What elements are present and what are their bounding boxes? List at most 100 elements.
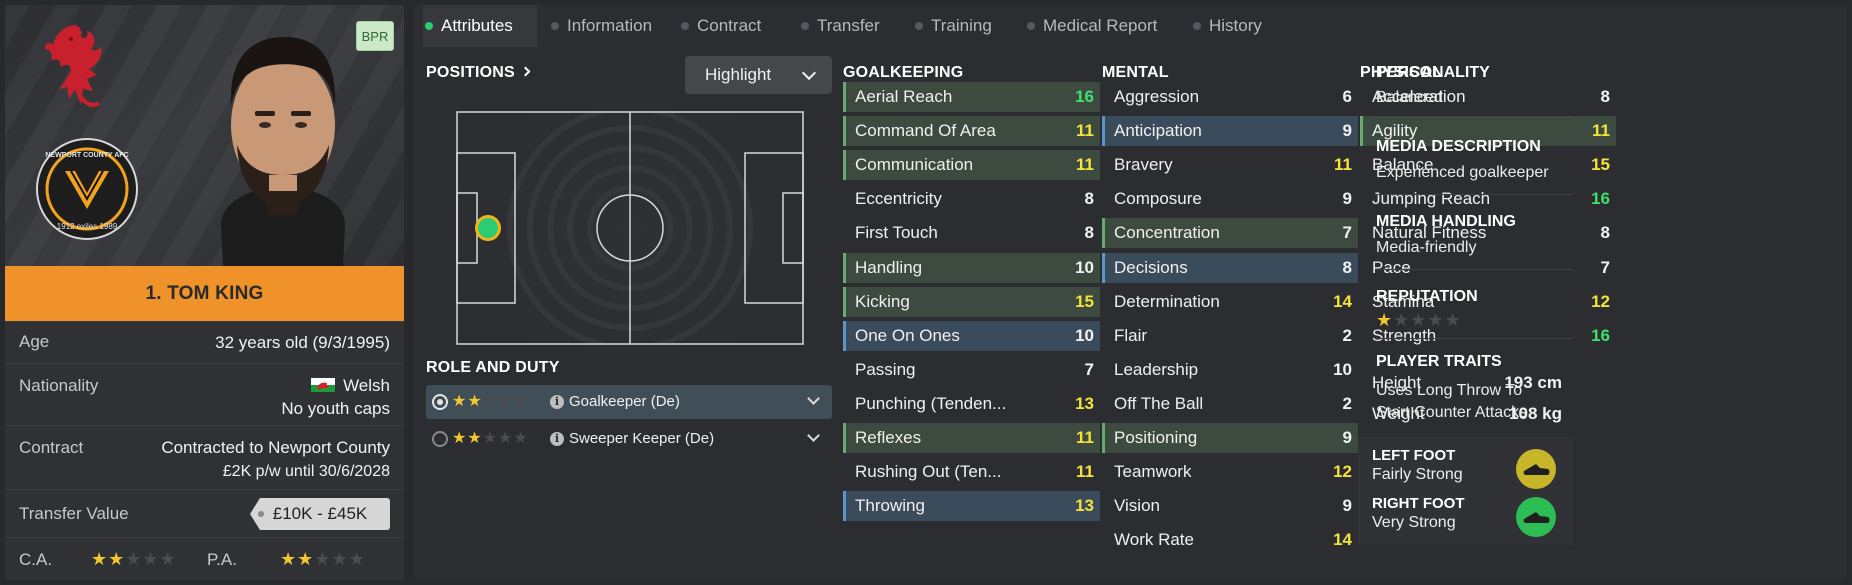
- attribute-name: Jumping Reach: [1372, 189, 1491, 209]
- attribute-name: Aerial Reach: [855, 87, 953, 106]
- highlight-label: Highlight: [705, 65, 772, 84]
- goalkeeping-title: GOALKEEPING: [843, 64, 964, 81]
- info-icon[interactable]: i: [550, 432, 564, 446]
- attribute-row[interactable]: Eccentricity 8: [843, 184, 1100, 214]
- contract-value[interactable]: Contracted to Newport County: [161, 438, 390, 457]
- attribute-row[interactable]: Jumping Reach 16: [1360, 184, 1616, 214]
- tab-training[interactable]: Training: [913, 5, 1011, 47]
- personality-value[interactable]: Balanced: [1376, 87, 1443, 109]
- nationality-value-wrap[interactable]: Welsh No youth caps: [281, 374, 390, 420]
- media-handling-value[interactable]: Media-friendly: [1376, 237, 1476, 259]
- attribute-name: Vision: [1114, 496, 1160, 516]
- attribute-row[interactable]: Anticipation 9: [1102, 116, 1358, 147]
- star-icon: ★: [297, 549, 314, 569]
- attribute-row[interactable]: Passing 7: [843, 355, 1100, 385]
- position-pitch[interactable]: [456, 111, 804, 345]
- attribute-row[interactable]: Aerial Reach 16: [843, 82, 1100, 112]
- media-description-value: Experienced goalkeeper: [1376, 164, 1549, 181]
- attribute-value: 9: [1342, 189, 1352, 209]
- attribute-row[interactable]: Positioning 9: [1102, 423, 1358, 453]
- attribute-value: 12: [1333, 462, 1352, 482]
- attribute-row[interactable]: First Touch 8: [843, 218, 1100, 248]
- attribute-row[interactable]: Bravery 11: [1102, 150, 1358, 180]
- attribute-row[interactable]: Communication 11: [843, 150, 1100, 181]
- tab-contract[interactable]: Contract: [679, 5, 783, 47]
- attribute-row[interactable]: Kicking 15: [843, 286, 1100, 317]
- attribute-name: Composure: [1114, 189, 1202, 209]
- attribute-name: Punching (Tenden...: [855, 393, 1007, 413]
- pa-label: P.A.: [207, 550, 237, 569]
- attribute-row[interactable]: Decisions 8: [1102, 252, 1358, 283]
- star-icon: ★: [280, 549, 297, 569]
- attribute-row[interactable]: Reflexes 11: [843, 423, 1100, 453]
- player-trait-1[interactable]: Uses Long Throw To Start Counter Attacks: [1376, 380, 1527, 424]
- pa-stars: ★ ★ ★ ★ ★: [280, 550, 365, 568]
- attribute-value: 2: [1342, 325, 1352, 345]
- attribute-row[interactable]: Concentration 7: [1102, 218, 1358, 249]
- attribute-value: 11: [1076, 428, 1094, 447]
- transfer-value-tag[interactable]: £10K - £45K: [250, 498, 390, 530]
- role-radio[interactable]: [432, 394, 448, 410]
- svg-text:NEWPORT COUNTY AFC: NEWPORT COUNTY AFC: [45, 152, 128, 159]
- chevron-down-icon[interactable]: [807, 429, 820, 442]
- attribute-row[interactable]: Teamwork 12: [1102, 457, 1358, 487]
- attribute-row[interactable]: One On Ones 10: [843, 320, 1100, 351]
- transfer-label: Transfer Value: [19, 504, 129, 523]
- attribute-value: 6: [1342, 87, 1352, 106]
- attribute-value: 9: [1342, 428, 1352, 447]
- attribute-value: 8: [1084, 189, 1094, 209]
- attribute-row[interactable]: Work Rate 14: [1102, 525, 1358, 555]
- attribute-value: 14: [1333, 291, 1352, 311]
- bpr-badge[interactable]: BPR: [356, 21, 394, 51]
- attribute-name: Aggression: [1114, 87, 1200, 106]
- chevron-down-icon[interactable]: [807, 392, 820, 405]
- attribute-row[interactable]: Determination 14: [1102, 287, 1358, 317]
- attribute-name: Passing: [855, 359, 916, 379]
- right-foot[interactable]: RIGHT FOOT Very Strong: [1372, 495, 1562, 543]
- tab-transfer[interactable]: Transfer: [799, 5, 899, 47]
- attribute-row[interactable]: Punching (Tenden... 13: [843, 389, 1100, 419]
- attribute-value: 16: [1591, 189, 1610, 209]
- attribute-row[interactable]: Off The Ball 2: [1102, 389, 1358, 419]
- attribute-name: Rushing Out (Ten...: [855, 462, 1002, 482]
- contract-row: Contract Contracted to Newport County £2…: [5, 425, 404, 489]
- role-duty-title: ROLE AND DUTY: [426, 359, 560, 376]
- attribute-row[interactable]: Composure 9: [1102, 184, 1358, 214]
- tab-medical-report[interactable]: Medical Report: [1025, 5, 1175, 47]
- attribute-name: Communication: [855, 155, 974, 175]
- contract-terms: £2K p/w until 30/6/2028: [222, 463, 390, 480]
- attribute-row[interactable]: Leadership 10: [1102, 355, 1358, 385]
- role-radio[interactable]: [432, 431, 448, 447]
- attribute-name: Decisions: [1114, 257, 1188, 277]
- tab-attributes[interactable]: Attributes: [423, 5, 537, 47]
- tab-information[interactable]: Information: [549, 5, 667, 47]
- reputation-stars: ★ ★ ★ ★ ★: [1376, 311, 1461, 329]
- attribute-row[interactable]: Handling 10: [843, 252, 1100, 283]
- attribute-row[interactable]: Command Of Area 11: [843, 116, 1100, 147]
- tab-history[interactable]: History: [1191, 5, 1281, 47]
- star-icon: ★: [1427, 310, 1444, 330]
- attribute-row[interactable]: Aggression 6: [1102, 82, 1358, 112]
- attribute-value: 15: [1075, 291, 1094, 311]
- attribute-value: 10: [1333, 359, 1352, 379]
- attribute-value: 11: [1076, 121, 1094, 141]
- highlight-dropdown[interactable]: Highlight: [685, 56, 832, 94]
- player-traits-label: PLAYER TRAITS: [1376, 353, 1502, 370]
- attribute-value: 12: [1591, 291, 1610, 311]
- attribute-name: Determination: [1114, 291, 1220, 311]
- star-icon: ★: [108, 549, 125, 569]
- chevron-right-icon: [520, 66, 531, 77]
- attribute-row[interactable]: Throwing 13: [843, 491, 1100, 522]
- attribute-row[interactable]: Vision 9: [1102, 491, 1358, 521]
- player-card: NEWPORT COUNTY AFC 1912 exiles 1989 BPR …: [5, 5, 404, 580]
- left-foot[interactable]: LEFT FOOT Fairly Strong: [1372, 447, 1562, 495]
- role-sweeper-keeper[interactable]: ★ ★ ★ ★ ★ i Sweeper Keeper (De): [426, 422, 832, 456]
- info-icon[interactable]: i: [550, 395, 564, 409]
- attribute-row[interactable]: Flair 2: [1102, 321, 1358, 351]
- attribute-row[interactable]: Rushing Out (Ten... 11: [843, 457, 1100, 487]
- attribute-value: 16: [1075, 87, 1094, 106]
- positions-title[interactable]: POSITIONS: [426, 64, 531, 82]
- attribute-value: 15: [1591, 155, 1610, 175]
- player-portrait: NEWPORT COUNTY AFC 1912 exiles 1989 BPR: [5, 5, 404, 266]
- role-goalkeeper[interactable]: ★ ★ ★ ★ ★ i Goalkeeper (De): [426, 385, 832, 419]
